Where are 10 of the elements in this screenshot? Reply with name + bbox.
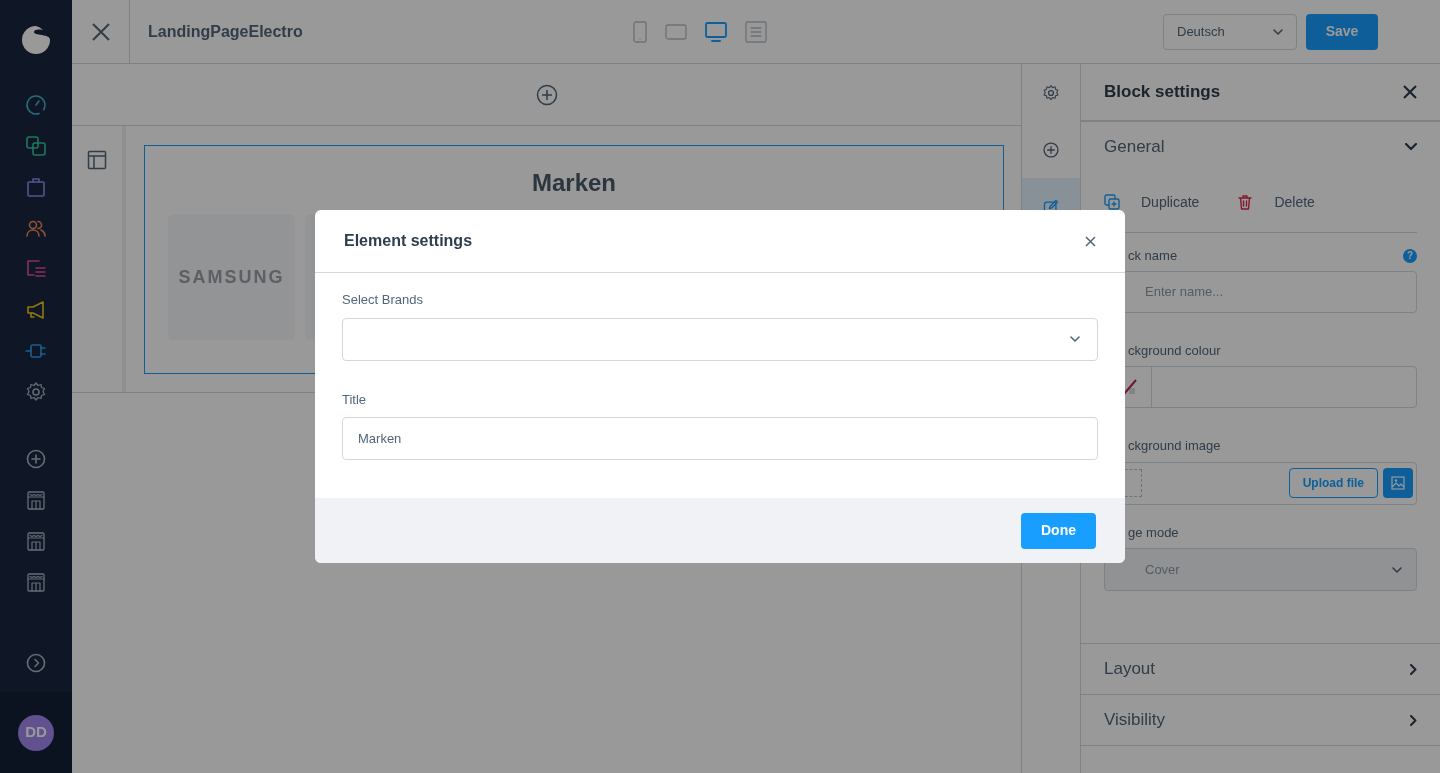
panel-title: Block settings [1104,81,1221,104]
field-label: Title [342,390,368,409]
field-label: ck name [1128,247,1178,265]
field-label: ckground image [1127,437,1222,455]
field-label: ckground colour [1127,341,1222,360]
block-heading: Marken [531,168,616,198]
field-label: Select Brands [342,291,424,309]
page-title: LandingPageElectro [148,21,304,42]
field-label: ge mode [1127,523,1180,542]
modal-title: Element settings [344,231,473,251]
